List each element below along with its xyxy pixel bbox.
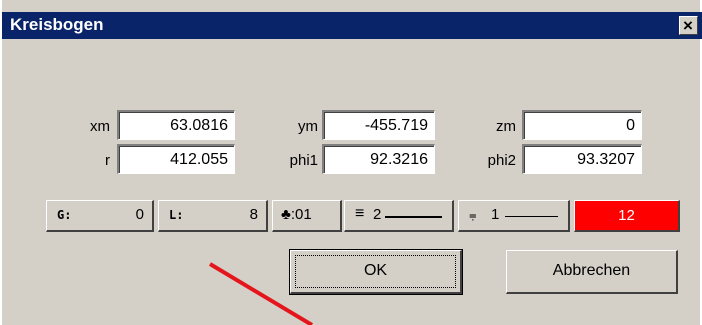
- red-arrow-stroke: [208, 262, 314, 325]
- kreisbogen-dialog: Kreisbogen × xm 63.0816 ym -455.719 zm 0…: [0, 0, 702, 325]
- annotation-line: [208, 262, 314, 325]
